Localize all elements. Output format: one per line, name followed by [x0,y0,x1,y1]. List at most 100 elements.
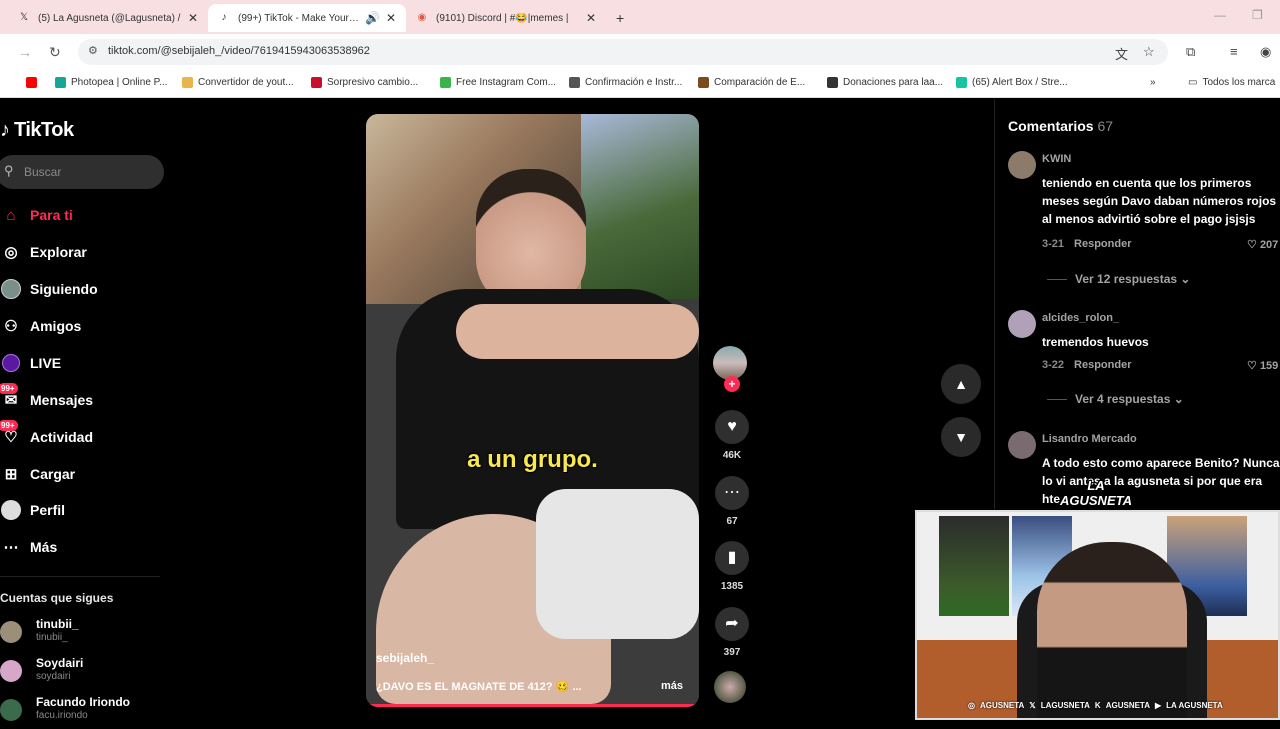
video-progress-bar[interactable] [366,704,699,707]
comment-username[interactable]: KWIN [1042,153,1071,165]
tiktok-icon: ♪ [221,12,227,23]
restore-button[interactable]: ❐ [1252,8,1263,22]
bookmark-label: Confirmación e Instr... [585,77,683,88]
profile-icon[interactable]: ◉ [1260,44,1271,60]
social-handle: LAGUSNETA [1040,700,1090,710]
view-replies-button[interactable]: Ver 12 respuestas ⌄ [1047,272,1190,286]
bookmark-youtube[interactable] [26,77,42,88]
follow-button[interactable]: + [724,376,740,392]
bookmark-label: Comparación de E... [714,77,806,88]
heart-icon[interactable]: ♥ [715,410,749,444]
nav-label: Más [30,539,58,555]
comment-username[interactable]: alcides_rolon_ [1042,312,1119,324]
tiktok-logo[interactable]: ♪ TikTok [0,119,74,142]
avatar[interactable] [1008,431,1036,459]
share-icon[interactable]: ➦ [715,607,749,641]
folder-icon: ▭ [1188,77,1198,88]
bookmark-item[interactable]: Photopea | Online P... [55,77,167,88]
share-action[interactable]: ➦ 397 [711,607,753,658]
video-person-arm [456,304,699,359]
audio-icon[interactable]: 🔊 [365,11,380,25]
following-avatar-icon [0,278,22,300]
more-link[interactable]: más [661,680,683,692]
video-author[interactable]: sebijaleh_ [376,651,434,665]
next-video-button[interactable]: ▼ [941,417,981,457]
comment-action[interactable]: ⋯ 67 [711,476,753,527]
like-action[interactable]: ♥ 46K [711,410,753,461]
bookmark-label: Convertidor de yout... [198,77,294,88]
avatar[interactable] [1008,310,1036,338]
comment-count: 67 [726,516,738,527]
reply-button[interactable]: Responder [1074,359,1131,371]
new-tab-button[interactable]: + [606,4,634,32]
close-icon[interactable]: ✕ [586,11,596,25]
nav-item-mensajes[interactable]: ✉ 99+ Mensajes [0,383,93,415]
comment-like[interactable]: ♡ 159 [1247,359,1278,372]
site-settings-icon[interactable]: ⚙ [88,44,98,57]
back-icon[interactable]: → [18,44,32,60]
tab-title: (5) La Agusneta (@Lagusneta) / [38,12,181,24]
url-text[interactable]: tiktok.com/@sebijaleh_/video/76194159430… [108,45,370,57]
nav-item-mas[interactable]: ⋯ Más [0,532,58,562]
share-count: 397 [723,647,741,658]
media-icon[interactable]: ≡ [1230,44,1238,59]
music-disc-icon[interactable] [714,671,746,703]
comment-like[interactable]: ♡ 207 [1247,238,1278,251]
video-progress-fill [366,704,696,707]
previous-video-button[interactable]: ▲ [941,364,981,404]
nav-item-cargar[interactable]: ⊞ Cargar [0,459,75,489]
extensions-icon[interactable]: ⧉ [1186,44,1195,60]
bookmark-item[interactable]: Comparación de E... [698,77,805,88]
save-action[interactable]: ▮ 1385 [711,541,753,592]
bookmark-star-icon[interactable]: ☆ [1143,44,1155,60]
address-bar[interactable]: ⚙ tiktok.com/@sebijaleh_/video/761941594… [78,39,1168,65]
bookmark-item[interactable]: Sorpresivo cambio... [311,77,418,88]
bookmark-item[interactable]: Confirmación e Instr... [569,77,682,88]
nav-item-explorar[interactable]: ◎ Explorar [0,237,86,267]
bookmark-item[interactable]: Free Instagram Com... [440,77,556,88]
avatar[interactable] [1008,151,1036,179]
creator-avatar[interactable] [713,346,747,380]
view-replies-button[interactable]: Ver 4 respuestas ⌄ [1047,392,1184,406]
all-bookmarks-folder[interactable]: ▭ Todos los marca [1188,77,1275,88]
youtube-icon: ▶ [1155,700,1162,710]
nav-item-actividad[interactable]: ♡ 99+ Actividad [0,420,93,452]
close-icon[interactable]: ✕ [188,11,198,25]
save-count: 1385 [720,581,744,592]
nav-label: Amigos [30,318,82,334]
video-player[interactable]: a un grupo. sebijaleh_ ¿DAVO ES EL MAGNA… [366,114,699,707]
social-handle: LA AGUSNETA [1166,700,1223,710]
close-icon[interactable]: ✕ [386,11,396,25]
following-account[interactable]: Facundo Iriondo facu.iriondo [0,695,160,729]
translate-icon[interactable]: 文 [1115,44,1128,63]
following-account[interactable]: tinubii_ tinubii_ [0,617,160,651]
upload-icon: ⊞ [4,466,18,483]
nav-item-para-ti[interactable]: ⌂ Para ti [0,200,72,230]
video-person-head [476,169,586,309]
bookmark-item[interactable]: Donaciones para laa... [827,77,943,88]
bookmark-icon[interactable]: ▮ [715,541,749,575]
search-input[interactable]: ⚲ Buscar [0,155,164,189]
nav-item-siguiendo[interactable]: Siguiendo [0,274,98,304]
following-account[interactable]: Soydairi soydairi [0,656,160,690]
bookmarks-overflow-button[interactable]: » [1150,77,1156,88]
instagram-icon: ◎ [968,700,975,710]
nav-item-live[interactable]: LIVE [0,348,61,378]
kick-icon: K [1094,700,1101,710]
account-username: tinubii_ [36,632,68,643]
comment-icon[interactable]: ⋯ [715,476,749,510]
live-icon [0,352,22,374]
tab-discord[interactable]: ◉ (9101) Discord | #😂|memes | ✕ [406,4,606,32]
nav-item-amigos[interactable]: ⚇ Amigos [0,311,81,341]
reply-button[interactable]: Responder [1074,238,1131,250]
bookmark-item[interactable]: Convertidor de yout... [182,77,294,88]
tab-twitter[interactable]: 𝕏 (5) La Agusneta (@Lagusneta) / ✕ [8,4,208,32]
tab-tiktok[interactable]: ♪ (99+) TikTok - Make Your Da 🔊 ✕ [208,4,406,32]
comment-username[interactable]: Lisandro Mercado [1042,433,1137,445]
nav-item-perfil[interactable]: Perfil [0,495,65,525]
discord-icon: ◉ [417,12,427,23]
search-placeholder: Buscar [24,165,62,179]
minimize-button[interactable]: — [1214,8,1226,22]
reload-icon[interactable]: ↻ [49,44,61,61]
bookmark-item[interactable]: (65) Alert Box / Stre... [956,77,1068,88]
